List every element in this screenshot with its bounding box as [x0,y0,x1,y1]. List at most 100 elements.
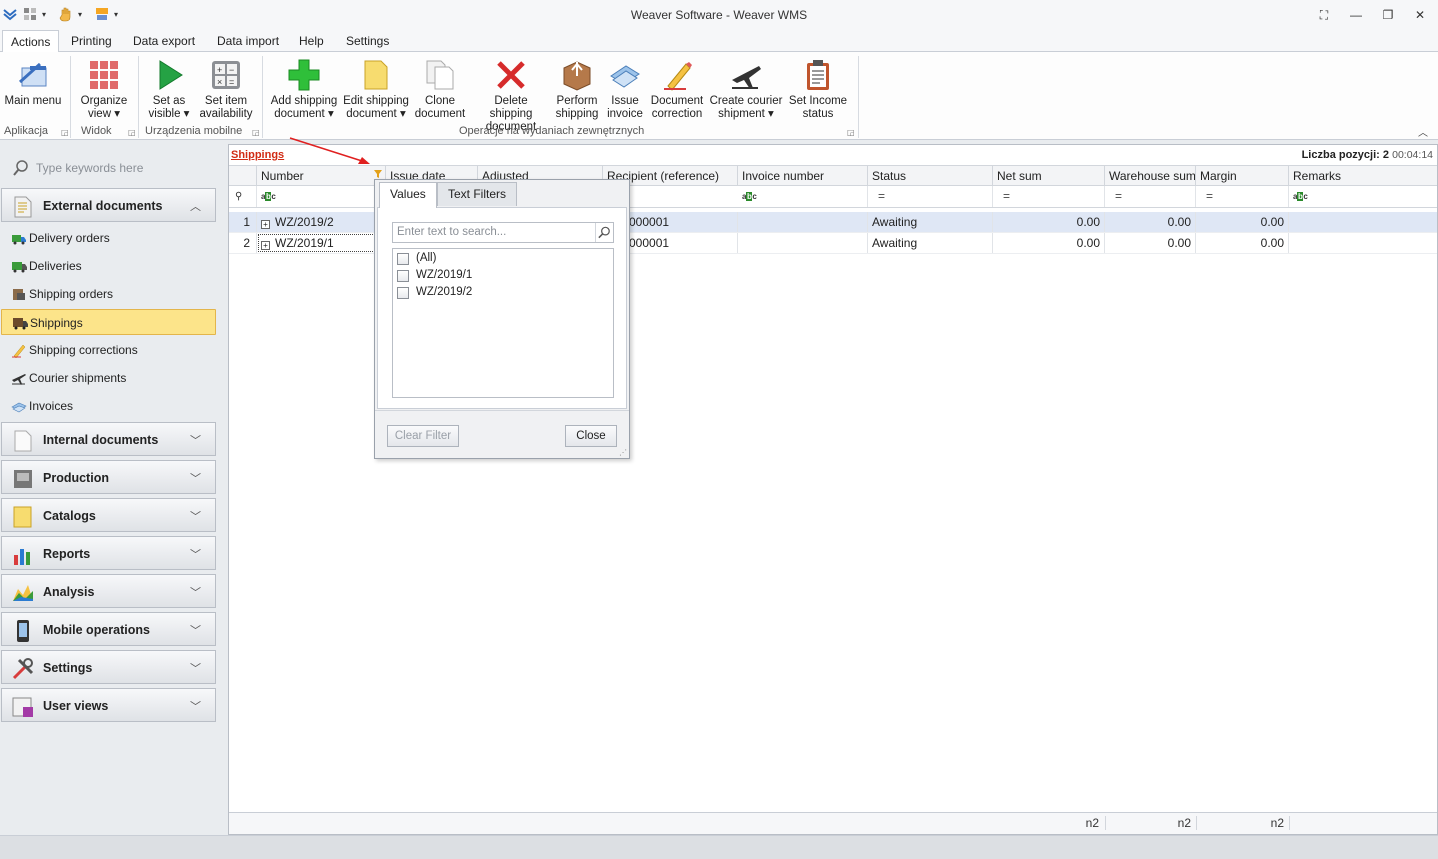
column-header-net-sum[interactable]: Net sum [993,166,1105,186]
nav-section-analysis[interactable]: Analysis ﹀ [1,574,216,608]
filter-popup-footer: Clear Filter Close ⋰ [375,410,629,458]
column-header-margin[interactable]: Margin [1196,166,1289,186]
add-shipping-document-button[interactable]: Add shipping document ▾ [270,56,338,121]
hand-icon[interactable] [58,6,74,22]
main-menu-button[interactable]: Main menu [4,56,62,108]
documents-icon [14,196,32,218]
breadcrumb[interactable]: Shippings [231,149,284,161]
sidebar-item-shippings[interactable]: Shippings [1,309,216,335]
column-header-warehouse-sum[interactable]: Warehouse sum [1105,166,1196,186]
clear-filter-button[interactable]: Clear Filter [387,425,459,447]
item-count: Liczba pozycji: 2 [1301,149,1389,161]
create-courier-shipment-button[interactable]: Create courier shipment ▾ [708,56,784,121]
chevron-down-icon: ﹀ [190,663,201,675]
filter-icon[interactable] [374,170,382,178]
spellcheck-icon[interactable] [94,6,110,22]
tab-values[interactable]: Values [379,182,437,208]
document-correction-button[interactable]: Document correction [648,56,706,121]
resize-grip-icon[interactable]: ⋰ [619,449,627,457]
warehouse-sum-total: n2 [1177,816,1191,830]
status-bar [0,835,1438,859]
nav-section-settings[interactable]: Settings ﹀ [1,650,216,684]
group-launcher-icon[interactable]: ◲ [252,128,260,137]
search-icon[interactable] [595,223,613,242]
close-button[interactable]: Close [565,425,617,447]
nav-section-catalogs[interactable]: Catalogs ﹀ [1,498,216,532]
chevron-down-icon: ﹀ [190,549,201,561]
checkbox[interactable] [397,253,409,265]
equals-filter-icon: = [1003,189,1011,203]
sidebar-item-deliveries[interactable]: Deliveries [1,253,216,279]
svg-text:=: = [229,77,234,87]
shipping-order-icon [13,289,25,300]
group-launcher-icon[interactable]: ◲ [847,128,855,137]
sidebar-item-shipping-corrections[interactable]: Shipping corrections [1,337,216,363]
nav-section-external-documents[interactable]: External documents ︿ [1,188,216,222]
layout-icon[interactable] [22,6,38,22]
pencil-icon [12,344,26,358]
filter-cell-remarks[interactable]: abc [1289,186,1437,207]
close-button[interactable]: ✕ [1408,5,1432,25]
collapse-ribbon-icon[interactable]: ︿ [1418,124,1428,139]
edit-shipping-document-button[interactable]: Edit shipping document ▾ [342,56,410,121]
tab-text-filters[interactable]: Text Filters [437,182,518,206]
tab-settings[interactable]: Settings [338,30,397,52]
sidebar-search[interactable]: Type keywords here [8,157,218,179]
margin-total: n2 [1270,816,1284,830]
group-launcher-icon[interactable]: ◲ [128,128,136,137]
filter-cell-number[interactable]: abc [257,186,386,207]
nav-section-user-views[interactable]: User views ﹀ [1,688,216,722]
filter-cell-invoice-number[interactable]: abc [738,186,868,207]
copy-icon [423,58,457,92]
nav-section-production[interactable]: Production ﹀ [1,460,216,494]
delete-shipping-document-button[interactable]: Delete shipping document [472,56,550,134]
expand-icon[interactable]: + [261,241,270,250]
set-as-visible-button[interactable]: Set as visible ▾ [146,56,192,121]
tab-data-export[interactable]: Data export [125,30,203,52]
filter-cell-margin[interactable]: = [1196,186,1289,207]
tab-actions[interactable]: Actions [2,30,60,53]
nav-section-internal-documents[interactable]: Internal documents ﹀ [1,422,216,456]
filter-cell-warehouse-sum[interactable]: = [1105,186,1196,207]
filter-cell-net-sum[interactable]: = [993,186,1105,207]
sidebar-item-delivery-orders[interactable]: Delivery orders [1,225,216,251]
filter-cell-status[interactable]: = [868,186,993,207]
expand-icon[interactable]: + [261,220,270,229]
sidebar-item-invoices[interactable]: Invoices [1,393,216,419]
screen-icon[interactable]: ⛶ [1312,5,1336,25]
chevron-down-icon: ﹀ [190,625,201,637]
chevron-down-icon[interactable]: ▾ [42,10,46,19]
title-bar: ▾ ▾ ▾ Weaver Software - Weaver WMS ⛶ — ❐… [0,0,1438,30]
app-logo-icon[interactable] [2,6,18,22]
restore-button[interactable]: ❐ [1376,5,1400,25]
minimize-button[interactable]: — [1344,5,1368,25]
checkbox[interactable] [397,270,409,282]
row-indicator-header [229,166,257,186]
nav-section-mobile-operations[interactable]: Mobile operations ﹀ [1,612,216,646]
tab-help[interactable]: Help [291,30,332,52]
chevron-down-icon[interactable]: ▾ [114,10,118,19]
set-income-status-button[interactable]: Set Income status [786,56,850,121]
sidebar-item-shipping-orders[interactable]: Shipping orders [1,281,216,307]
organize-view-button[interactable]: Organize view ▾ [78,56,130,121]
chevron-down-icon[interactable]: ▾ [78,10,82,19]
chevron-down-icon: ﹀ [190,701,201,713]
svg-text:−: − [229,65,234,75]
filter-search-input[interactable]: Enter text to search... [392,222,614,243]
column-header-invoice-number[interactable]: Invoice number [738,166,868,186]
play-icon [152,58,186,92]
checkbox[interactable] [397,287,409,299]
group-launcher-icon[interactable]: ◲ [61,128,69,137]
issue-invoice-button[interactable]: Issue invoice [604,56,646,121]
perform-shipping-button[interactable]: Perform shipping [554,56,600,121]
calculator-icon: + − × = [209,58,243,92]
tab-printing[interactable]: Printing [63,30,120,52]
column-header-number[interactable]: Number [257,166,386,186]
set-item-availability-button[interactable]: + − × = Set item availability [198,56,254,121]
sidebar-item-courier-shipments[interactable]: Courier shipments [1,365,216,391]
column-header-status[interactable]: Status [868,166,993,186]
clone-document-button[interactable]: Clone document [412,56,468,121]
column-header-remarks[interactable]: Remarks [1289,166,1437,186]
nav-section-reports[interactable]: Reports ﹀ [1,536,216,570]
tab-data-import[interactable]: Data import [209,30,287,52]
